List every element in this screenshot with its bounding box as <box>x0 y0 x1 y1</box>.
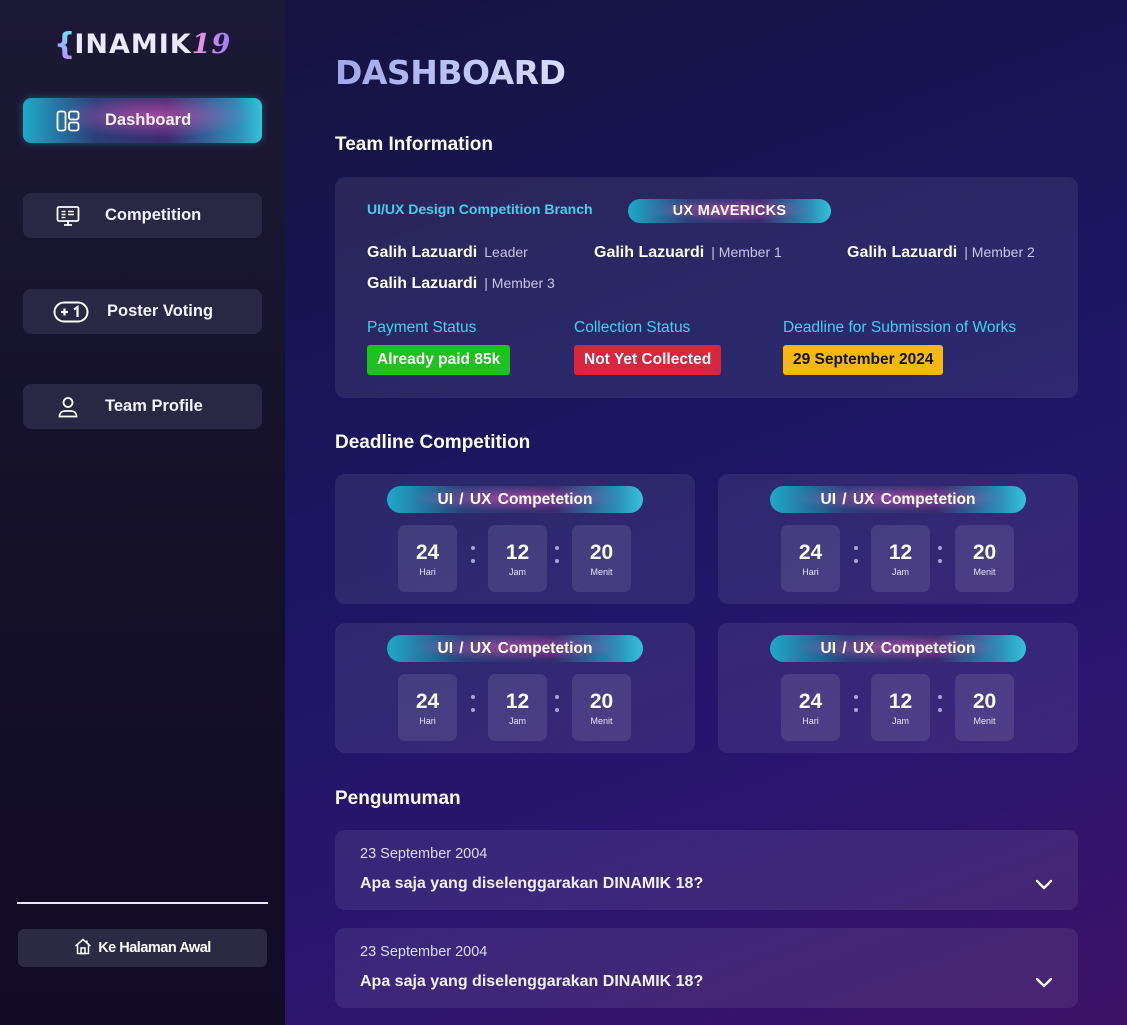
collection-status-label: Collection Status <box>574 319 691 336</box>
monitor-icon <box>55 203 81 229</box>
announcement-item[interactable]: 23 September 2004 Apa saja yang diseleng… <box>335 830 1078 910</box>
member-leader: Galih Lazuardi Leader <box>367 244 528 261</box>
minutes-box: 20 Menit <box>955 525 1014 592</box>
minutes-box: 20 Menit <box>572 674 631 741</box>
deadline-label: Deadline for Submission of Works <box>783 319 1017 336</box>
sidebar-item-label: Poster Voting <box>107 302 214 320</box>
payment-status-label: Payment Status <box>367 319 477 336</box>
collection-status-badge: Not Yet Collected <box>574 345 722 375</box>
deadline-section-title: Deadline Competition <box>335 432 531 453</box>
chevron-down-icon[interactable] <box>1034 974 1054 990</box>
colon-separator <box>471 546 475 563</box>
user-icon <box>55 394 81 420</box>
sidebar-item-team-profile[interactable]: Team Profile <box>23 384 262 429</box>
days-box: 24 Hari <box>398 674 457 741</box>
colon-separator <box>471 695 475 712</box>
days-box: 24 Hari <box>398 525 457 592</box>
colon-separator <box>555 546 559 563</box>
colon-separator <box>938 695 942 712</box>
sidebar-item-label: Dashboard <box>105 111 192 129</box>
colon-separator <box>854 695 858 712</box>
countdown-card: UI / UX Competetion 24 Hari 12 Jam 20 Menit <box>718 474 1078 604</box>
hours-box: 12 Jam <box>488 674 547 741</box>
sidebar: {INAMIK 19 Dashboard Competition Poster … <box>0 0 285 1025</box>
layout-icon <box>55 108 81 134</box>
countdown-card: UI / UX Competetion 24 Hari 12 Jam 20 Menit <box>718 623 1078 753</box>
sidebar-item-competition[interactable]: Competition <box>23 193 262 238</box>
team-name-badge: UX MAVERICKS <box>628 199 831 223</box>
member-2: Galih Lazuardi | Member 2 <box>847 244 1035 261</box>
countdown-card: UI / UX Competetion 24 Hari 12 Jam 20 Menit <box>335 623 695 753</box>
page-title: DASHBOARD <box>335 53 566 92</box>
chevron-down-icon[interactable] <box>1034 876 1054 892</box>
hours-box: 12 Jam <box>488 525 547 592</box>
minutes-box: 20 Menit <box>572 525 631 592</box>
colon-separator <box>854 546 858 563</box>
countdown-title: UI / UX Competetion <box>387 635 643 662</box>
plus-one-icon <box>53 299 89 325</box>
team-section-title: Team Information <box>335 134 493 155</box>
announcement-question: Apa saja yang diselenggarakan DINAMIK 18… <box>360 875 704 892</box>
sidebar-item-label: Team Profile <box>105 397 203 415</box>
sidebar-item-dashboard[interactable]: Dashboard <box>23 98 262 143</box>
countdown-title: UI / UX Competetion <box>387 486 643 513</box>
announcement-section-title: Pengumuman <box>335 788 461 809</box>
home-button[interactable]: Ke Halaman Awal <box>18 929 267 967</box>
colon-separator <box>938 546 942 563</box>
deadline-badge: 29 September 2024 <box>783 345 944 375</box>
sidebar-item-poster-voting[interactable]: Poster Voting <box>23 289 262 334</box>
hours-box: 12 Jam <box>871 674 930 741</box>
home-icon <box>74 938 92 959</box>
countdown-title: UI / UX Competetion <box>770 635 1026 662</box>
countdown-title: UI / UX Competetion <box>770 486 1026 513</box>
announcement-question: Apa saja yang diselenggarakan DINAMIK 18… <box>360 973 704 990</box>
announcement-date: 23 September 2004 <box>360 944 488 960</box>
hours-box: 12 Jam <box>871 525 930 592</box>
days-box: 24 Hari <box>781 674 840 741</box>
colon-separator <box>555 695 559 712</box>
countdown-card: UI / UX Competetion 24 Hari 12 Jam 20 Menit <box>335 474 695 604</box>
sidebar-divider <box>17 902 268 904</box>
announcement-item[interactable]: 23 September 2004 Apa saja yang diseleng… <box>335 928 1078 1008</box>
member-1: Galih Lazuardi | Member 1 <box>594 244 782 261</box>
home-button-label: Ke Halaman Awal <box>98 940 211 956</box>
announcement-date: 23 September 2004 <box>360 846 488 862</box>
team-info-card: UI/UX Design Competition Branch UX MAVER… <box>335 177 1078 398</box>
branch-label: UI/UX Design Competition Branch <box>367 201 593 217</box>
minutes-box: 20 Menit <box>955 674 1014 741</box>
payment-status-badge: Already paid 85k <box>367 345 511 375</box>
days-box: 24 Hari <box>781 525 840 592</box>
sidebar-item-label: Competition <box>105 206 202 224</box>
member-3: Galih Lazuardi | Member 3 <box>367 275 555 292</box>
dinamik-logo[interactable]: {INAMIK 19 <box>54 26 231 62</box>
